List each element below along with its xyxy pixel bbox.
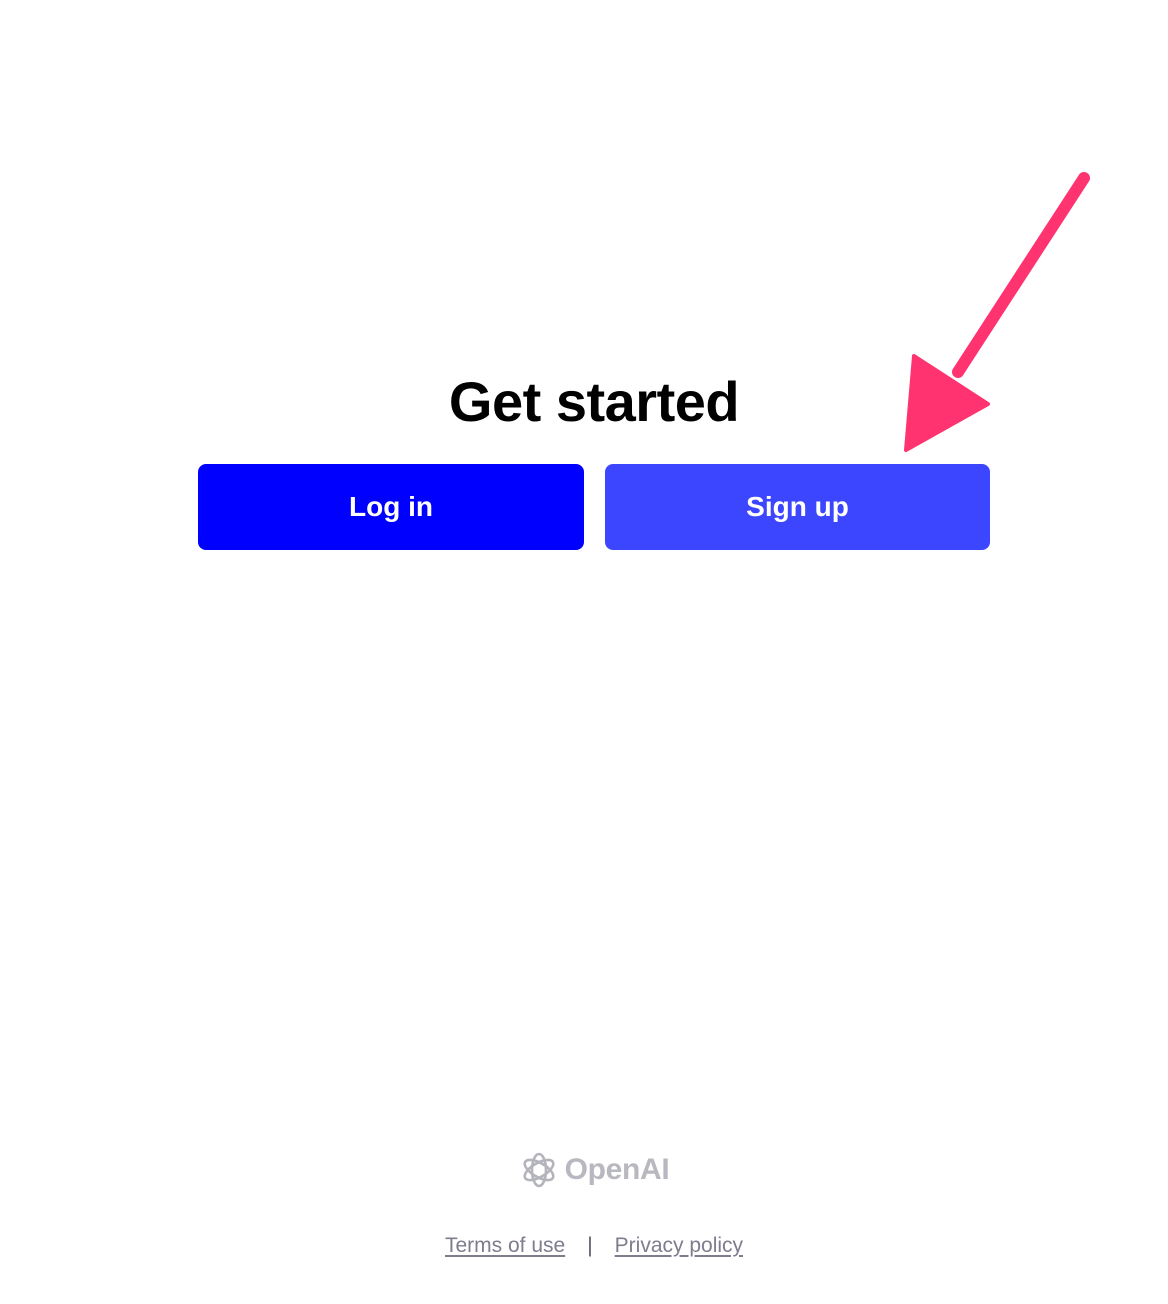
pointer-arrow-icon — [904, 172, 1090, 452]
terms-of-use-link[interactable]: Terms of use — [445, 1234, 565, 1258]
signup-button[interactable]: Sign up — [605, 464, 990, 550]
page-title: Get started — [448, 370, 740, 433]
get-started-page: Get started Log in Sign up OpenAI Terms … — [0, 0, 1168, 1304]
openai-logo-icon — [519, 1148, 559, 1192]
brand-logo: OpenAI — [0, 1148, 1168, 1192]
footer-links: Terms of use | Privacy policy — [0, 1234, 1168, 1258]
footer-separator: | — [587, 1234, 593, 1257]
privacy-policy-link[interactable]: Privacy policy — [615, 1234, 743, 1258]
login-button[interactable]: Log in — [198, 464, 584, 550]
brand-name: OpenAI — [564, 1153, 670, 1186]
